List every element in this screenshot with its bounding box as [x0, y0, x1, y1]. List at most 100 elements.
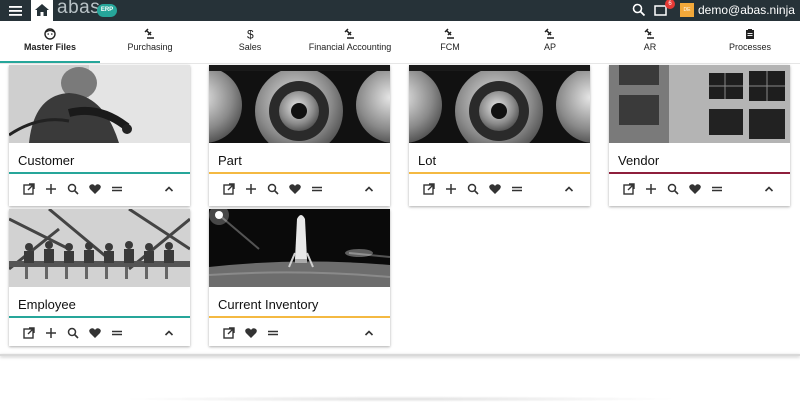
clipboard-icon	[744, 28, 756, 42]
chevron-up-icon[interactable]	[162, 182, 176, 196]
search-icon[interactable]	[666, 182, 680, 196]
svg-text:$: $	[247, 28, 254, 40]
card-actions	[9, 178, 190, 200]
tab-sales[interactable]: $ Sales	[200, 21, 300, 63]
bottom-shadow	[120, 396, 680, 402]
heart-icon[interactable]	[244, 326, 258, 340]
card-title[interactable]: Current Inventory	[218, 297, 318, 312]
dollar-icon: $	[244, 28, 256, 42]
menu-icon[interactable]	[110, 326, 124, 340]
open-in-new-icon[interactable]	[222, 326, 236, 340]
card-accent-line	[209, 172, 390, 174]
open-in-new-icon[interactable]	[422, 182, 436, 196]
chevron-up-icon[interactable]	[762, 182, 776, 196]
card-actions	[409, 178, 590, 200]
open-in-new-icon[interactable]	[22, 326, 36, 340]
tab-financial-accounting[interactable]: Financial Accounting	[300, 21, 400, 63]
gavel-icon	[644, 28, 656, 42]
search-icon[interactable]	[466, 182, 480, 196]
menu-icon[interactable]	[510, 182, 524, 196]
card-current-inventory: Current Inventory	[209, 209, 390, 346]
gavel-icon	[344, 28, 356, 42]
card-lot: Lot	[409, 65, 590, 206]
heart-icon[interactable]	[88, 326, 102, 340]
card-image-gears[interactable]	[409, 65, 590, 143]
card-image-workers-on-beam[interactable]	[9, 209, 190, 287]
card-actions	[209, 322, 390, 344]
tab-master-files[interactable]: Master Files	[0, 21, 100, 63]
notification-count-badge: 6	[665, 0, 675, 9]
add-icon[interactable]	[244, 182, 258, 196]
avatar[interactable]: DE	[680, 3, 694, 17]
card-accent-line	[9, 172, 190, 174]
search-icon[interactable]	[66, 326, 80, 340]
card-accent-line	[209, 316, 390, 318]
menu-icon[interactable]	[110, 182, 124, 196]
search-icon[interactable]	[266, 182, 280, 196]
open-in-new-icon[interactable]	[222, 182, 236, 196]
logo-text: abas	[57, 0, 101, 18]
card-image-gears[interactable]	[209, 65, 390, 143]
card-image-brick-building[interactable]	[609, 65, 790, 143]
user-email[interactable]: demo@abas.ninja	[698, 3, 795, 17]
add-icon[interactable]	[44, 326, 58, 340]
face-icon	[44, 28, 56, 42]
add-icon[interactable]	[644, 182, 658, 196]
chevron-up-icon[interactable]	[362, 182, 376, 196]
tab-purchasing[interactable]: Purchasing	[100, 21, 200, 63]
logo-erp-badge: ERP	[97, 4, 117, 17]
tab-label: AP	[543, 42, 556, 52]
menu-icon[interactable]	[266, 326, 280, 340]
add-icon[interactable]	[44, 182, 58, 196]
search-icon[interactable]	[632, 3, 646, 22]
open-in-new-icon[interactable]	[622, 182, 636, 196]
heart-icon[interactable]	[688, 182, 702, 196]
tab-label: FCM	[440, 42, 460, 52]
card-accent-line	[409, 172, 590, 174]
module-tab-bar: Master Files Purchasing $ Sales Financia…	[0, 21, 800, 64]
heart-icon[interactable]	[288, 182, 302, 196]
tab-ar[interactable]: AR	[600, 21, 700, 63]
tab-fcm[interactable]: FCM	[400, 21, 500, 63]
tab-processes[interactable]: Processes	[700, 21, 800, 63]
tab-label: Master Files	[23, 42, 77, 52]
card-image-person-riding[interactable]	[9, 65, 190, 143]
chevron-up-icon[interactable]	[562, 182, 576, 196]
card-image-rocket-on-moon[interactable]	[209, 209, 390, 287]
home-icon	[35, 4, 49, 16]
hamburger-menu-icon[interactable]	[9, 4, 22, 22]
card-part: Part	[209, 65, 390, 206]
tab-ap[interactable]: AP	[500, 21, 600, 63]
card-actions	[209, 178, 390, 200]
tab-label: Sales	[238, 42, 262, 52]
card-title[interactable]: Lot	[418, 153, 436, 168]
card-employee: Employee	[9, 209, 190, 346]
open-in-new-icon[interactable]	[22, 182, 36, 196]
card-customer: Customer	[9, 65, 190, 206]
card-title[interactable]: Employee	[18, 297, 76, 312]
tab-label: Processes	[728, 42, 772, 52]
menu-icon[interactable]	[310, 182, 324, 196]
card-actions	[609, 178, 790, 200]
card-title[interactable]: Vendor	[618, 153, 659, 168]
tab-label: AR	[643, 42, 657, 52]
card-title[interactable]: Customer	[18, 153, 74, 168]
home-button[interactable]	[31, 0, 53, 21]
card-vendor: Vendor	[609, 65, 790, 206]
top-app-bar: abas ERP 6 DE demo@abas.ninja	[0, 0, 800, 21]
add-icon[interactable]	[444, 182, 458, 196]
chevron-up-icon[interactable]	[162, 326, 176, 340]
heart-icon[interactable]	[488, 182, 502, 196]
card-title[interactable]: Part	[218, 153, 242, 168]
content-divider	[0, 354, 800, 356]
tab-label: Purchasing	[127, 42, 173, 52]
active-tab-indicator	[0, 61, 100, 63]
heart-icon[interactable]	[88, 182, 102, 196]
search-icon[interactable]	[66, 182, 80, 196]
card-accent-line	[9, 316, 190, 318]
card-actions	[9, 322, 190, 344]
menu-icon[interactable]	[710, 182, 724, 196]
chevron-up-icon[interactable]	[362, 326, 376, 340]
gavel-icon	[444, 28, 456, 42]
gavel-icon	[144, 28, 156, 42]
